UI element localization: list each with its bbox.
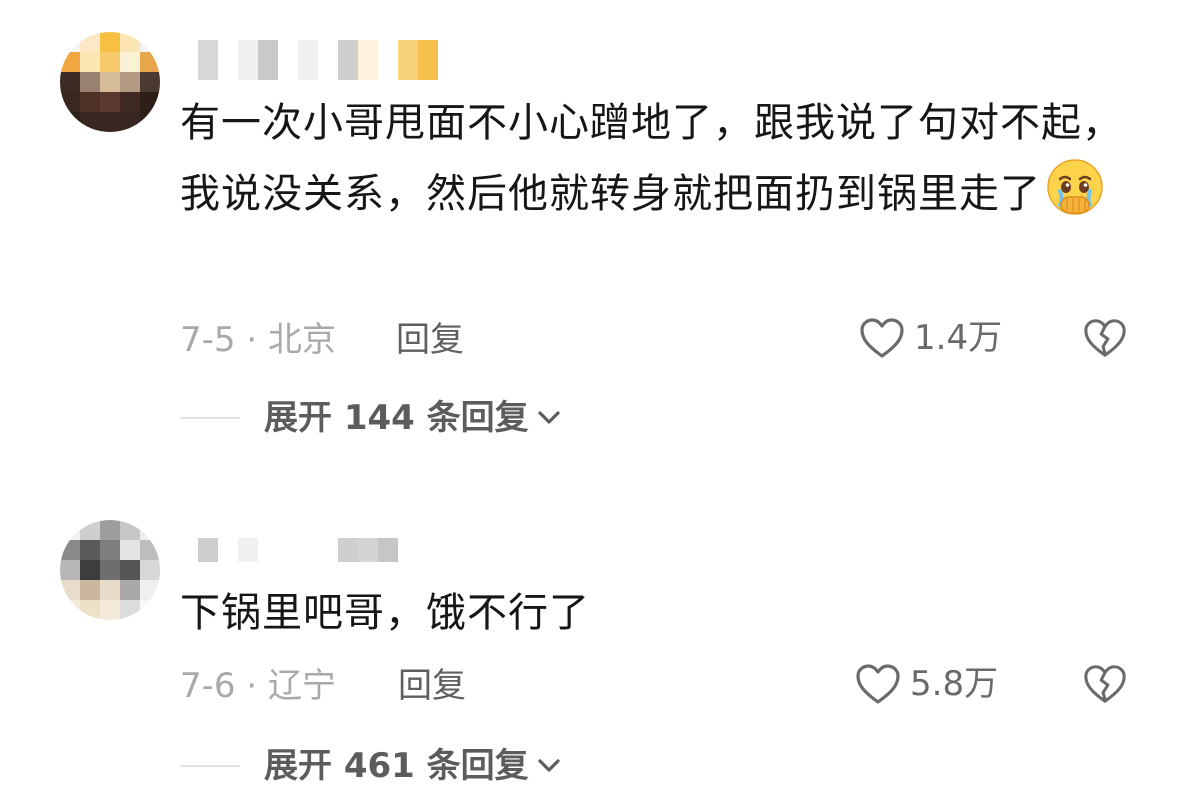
like-count: 5.8万 [910,664,999,704]
expand-replies-label: 展开 461 条回复 [264,746,529,786]
chevron-down-icon [538,759,560,772]
reply-button[interactable]: 回复 [398,666,466,706]
broken-heart-icon[interactable] [1082,662,1128,706]
heart-icon [856,664,900,704]
username-mosaic[interactable] [198,538,398,562]
comment-text: 下锅里吧哥，饿不行了 [180,590,590,636]
comment-date-location: 7-6 · 辽宁 [180,666,336,706]
like-button[interactable]: 5.8万 [854,662,998,706]
avatar[interactable] [60,520,160,620]
comment-item: 下锅里吧哥，饿不行了 7-6 · 辽宁 回复 5.8万 展开 461 条回复 [0,0,1179,801]
divider-line [180,765,240,767]
expand-replies-button[interactable]: 展开 461 条回复 [180,746,561,786]
